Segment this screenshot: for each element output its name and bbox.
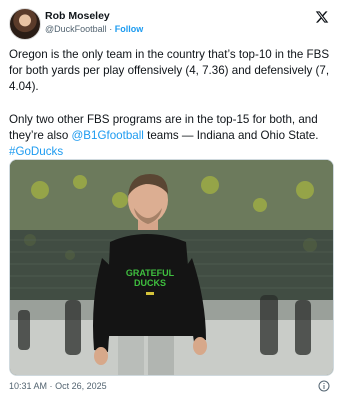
x-logo-icon[interactable] bbox=[315, 10, 329, 24]
avatar[interactable] bbox=[9, 8, 41, 40]
tweet-date: Oct 26, 2025 bbox=[55, 381, 107, 391]
tweet-text: Oregon is the only team in the country t… bbox=[9, 47, 333, 160]
tweet-paragraph-1: Oregon is the only team in the country t… bbox=[9, 48, 330, 94]
tweet-paragraph-2: Only two other FBS programs are in the t… bbox=[9, 112, 333, 161]
photo-scene: GRATEFUL DUCKS bbox=[10, 160, 333, 375]
separator-dot: · bbox=[49, 381, 53, 391]
tweet-text-segment: teams — Indiana and Ohio State. bbox=[143, 128, 319, 142]
tweet-photo[interactable]: GRATEFUL DUCKS bbox=[9, 159, 334, 376]
tweet-time: 10:31 AM bbox=[9, 381, 48, 391]
tweet-card: Rob Moseley @DuckFootball · Follow Orego… bbox=[0, 0, 340, 400]
hashtag-link[interactable]: #GoDucks bbox=[9, 145, 63, 158]
author-handle-line: @DuckFootball · Follow bbox=[45, 24, 143, 34]
mention-link[interactable]: @B1Gfootball bbox=[72, 129, 144, 142]
follow-button[interactable]: Follow bbox=[115, 24, 144, 34]
hoodie-text-line2: DUCKS bbox=[134, 278, 166, 288]
author-handle[interactable]: @DuckFootball bbox=[45, 24, 107, 34]
hoodie-text-line1: GRATEFUL bbox=[126, 268, 175, 278]
tweet-timestamp[interactable]: 10:31 AM · Oct 26, 2025 bbox=[9, 381, 107, 391]
separator-dot: · bbox=[109, 24, 113, 34]
info-icon[interactable] bbox=[318, 380, 330, 392]
author-name[interactable]: Rob Moseley bbox=[45, 10, 110, 22]
